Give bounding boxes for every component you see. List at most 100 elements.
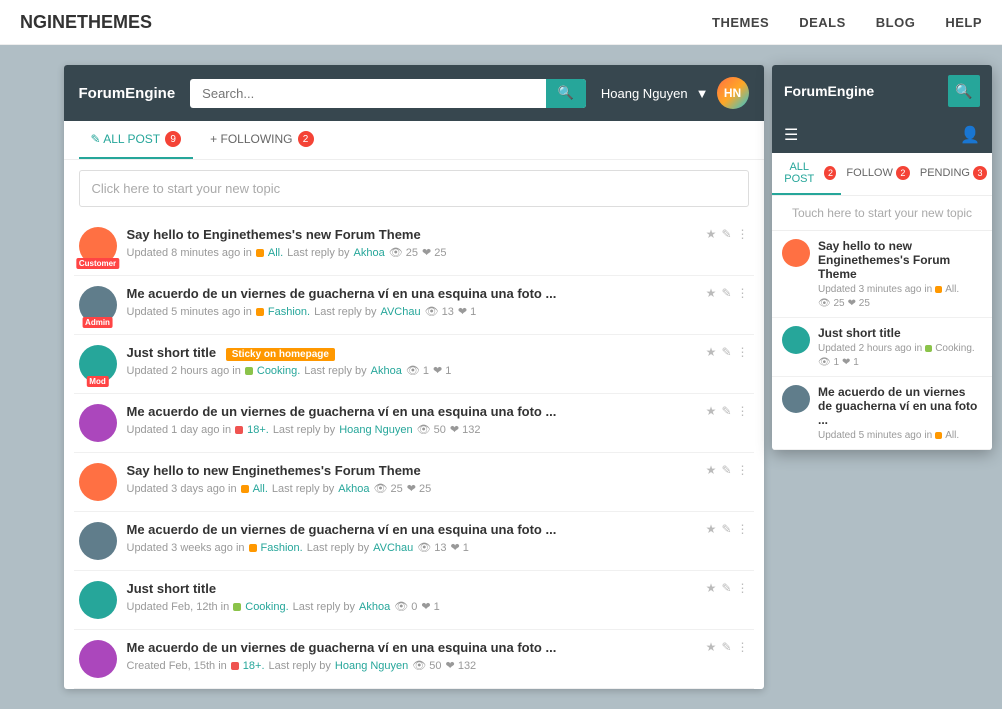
post-title[interactable]: Say hello to Enginethemes's new Forum Th… <box>127 227 696 242</box>
post-title[interactable]: Say hello to new Enginethemes's Forum Th… <box>818 239 982 281</box>
mobile-tab-all-post[interactable]: ALL POST 2 <box>772 153 841 195</box>
post-content: Just short title Updated 2 hours ago in … <box>818 326 982 368</box>
avatar <box>79 463 117 501</box>
mobile-new-topic[interactable]: Touch here to start your new topic <box>772 196 992 231</box>
category-link[interactable]: 18+. <box>247 424 269 436</box>
hamburger-icon[interactable]: ☰ <box>784 125 798 145</box>
nav-blog[interactable]: BLOG <box>876 15 916 30</box>
avatar: Admin <box>79 286 117 324</box>
mobile-tab-pending-label: PENDING <box>920 167 970 179</box>
delete-icon[interactable]: ⋮ <box>737 227 749 241</box>
edit-icon[interactable]: ✎ <box>721 463 731 477</box>
category-link[interactable]: Cooking. <box>257 365 300 377</box>
table-row: Me acuerdo de un viernes de guacherna ví… <box>74 394 754 453</box>
edit-icon[interactable]: ✎ <box>721 581 731 595</box>
mobile-tab-pending[interactable]: PENDING 3 <box>915 153 992 195</box>
mobile-tab-pending-badge: 3 <box>973 166 987 180</box>
post-title[interactable]: Me acuerdo de un viernes de guacherna ví… <box>818 385 982 427</box>
reply-user[interactable]: Akhoa <box>338 483 369 495</box>
delete-icon[interactable]: ⋮ <box>737 286 749 300</box>
reply-user[interactable]: AVChau <box>380 306 420 318</box>
nav-help[interactable]: HELP <box>945 15 982 30</box>
edit-icon[interactable]: ✎ <box>721 286 731 300</box>
mobile-tab-follow-badge: 2 <box>896 166 910 180</box>
mobile-panel-nav: ☰ 👤 <box>772 117 992 153</box>
post-actions: ★ ✎ ⋮ <box>706 463 749 477</box>
mobile-panel-header: ForumEngine 🔍 <box>772 65 992 117</box>
mobile-panel: ForumEngine 🔍 ☰ 👤 ALL POST 2 FOLLOW 2 PE… <box>772 65 992 450</box>
reply-user[interactable]: Akhoa <box>354 247 385 259</box>
reply-user[interactable]: Hoang Nguyen <box>335 660 408 672</box>
post-meta: Updated 2 hours ago in Cooking. Last rep… <box>127 364 696 377</box>
star-icon[interactable]: ★ <box>706 522 717 536</box>
tab-following[interactable]: + FOLLOWING 2 <box>198 121 325 159</box>
new-topic-bar[interactable]: Click here to start your new topic <box>79 170 749 207</box>
star-icon[interactable]: ★ <box>706 463 717 477</box>
post-meta: Updated Feb, 12th in Cooking. Last reply… <box>127 600 696 613</box>
category-dot <box>231 662 239 670</box>
tab-all-post-badge: 9 <box>165 131 181 147</box>
nav-deals[interactable]: DEALS <box>799 15 846 30</box>
search-input[interactable] <box>190 79 586 108</box>
post-title[interactable]: Just short title <box>127 581 696 596</box>
edit-icon[interactable]: ✎ <box>721 345 731 359</box>
post-actions: ★ ✎ ⋮ <box>706 227 749 241</box>
edit-icon[interactable]: ✎ <box>721 640 731 654</box>
post-title[interactable]: Say hello to new Enginethemes's Forum Th… <box>127 463 696 478</box>
category-link[interactable]: All. <box>268 247 283 259</box>
user-dropdown-icon: ▼ <box>696 86 709 101</box>
star-icon[interactable]: ★ <box>706 581 717 595</box>
post-title[interactable]: Me acuerdo de un viernes de guacherna ví… <box>127 640 696 655</box>
search-button[interactable]: 🔍 <box>546 79 586 108</box>
reply-user[interactable]: AVChau <box>373 542 413 554</box>
post-title[interactable]: Just short title <box>818 326 982 340</box>
post-content: Me acuerdo de un viernes de guacherna ví… <box>127 404 696 436</box>
category-link[interactable]: 18+. <box>243 660 265 672</box>
category-link[interactable]: Fashion. <box>268 306 310 318</box>
star-icon[interactable]: ★ <box>706 286 717 300</box>
post-actions: ★ ✎ ⋮ <box>706 345 749 359</box>
star-icon[interactable]: ★ <box>706 345 717 359</box>
delete-icon[interactable]: ⋮ <box>737 345 749 359</box>
star-icon[interactable]: ★ <box>706 640 717 654</box>
star-icon[interactable]: ★ <box>706 227 717 241</box>
delete-icon[interactable]: ⋮ <box>737 581 749 595</box>
post-title[interactable]: Me acuerdo de un viernes de guacherna ví… <box>127 404 696 419</box>
post-actions: ★ ✎ ⋮ <box>706 522 749 536</box>
star-icon[interactable]: ★ <box>706 404 717 418</box>
tab-all-post[interactable]: ✎ ALL POST 9 <box>79 121 194 159</box>
category-link[interactable]: Cooking. <box>245 601 288 613</box>
mobile-tab-follow[interactable]: FOLLOW 2 <box>841 153 914 195</box>
category-link[interactable]: Fashion. <box>261 542 303 554</box>
category-dot <box>935 432 942 439</box>
category-dot <box>935 286 942 293</box>
category-link[interactable]: All. <box>253 483 268 495</box>
post-meta: Updated 3 minutes ago in All. 👁 25 ❤ 25 <box>818 284 982 309</box>
category-dot <box>233 603 241 611</box>
mobile-tab-all-label: ALL POST <box>777 161 821 185</box>
reply-user[interactable]: Akhoa <box>359 601 390 613</box>
reply-user[interactable]: Hoang Nguyen <box>339 424 412 436</box>
site-logo: NGINETHEMES <box>20 12 152 33</box>
table-row: Say hello to new Enginethemes's Forum Th… <box>74 453 754 512</box>
avatar <box>782 385 810 413</box>
person-icon[interactable]: 👤 <box>960 125 980 145</box>
post-title[interactable]: Me acuerdo de un viernes de guacherna ví… <box>127 522 696 537</box>
edit-icon[interactable]: ✎ <box>721 404 731 418</box>
edit-icon[interactable]: ✎ <box>721 522 731 536</box>
delete-icon[interactable]: ⋮ <box>737 404 749 418</box>
reply-user[interactable]: Akhoa <box>371 365 402 377</box>
nav-themes[interactable]: THEMES <box>712 15 769 30</box>
delete-icon[interactable]: ⋮ <box>737 640 749 654</box>
delete-icon[interactable]: ⋮ <box>737 463 749 477</box>
mobile-search-button[interactable]: 🔍 <box>948 75 980 107</box>
mobile-logo: ForumEngine <box>784 83 874 99</box>
post-title[interactable]: Just short title Sticky on homepage <box>127 345 696 360</box>
edit-icon[interactable]: ✎ <box>721 227 731 241</box>
post-meta: Updated 8 minutes ago in All. Last reply… <box>127 246 696 259</box>
avatar: Mod <box>79 345 117 383</box>
delete-icon[interactable]: ⋮ <box>737 522 749 536</box>
avatar[interactable]: HN <box>717 77 749 109</box>
forum-header: ForumEngine 🔍 Hoang Nguyen ▼ HN <box>64 65 764 121</box>
post-title[interactable]: Me acuerdo de un viernes de guacherna ví… <box>127 286 696 301</box>
